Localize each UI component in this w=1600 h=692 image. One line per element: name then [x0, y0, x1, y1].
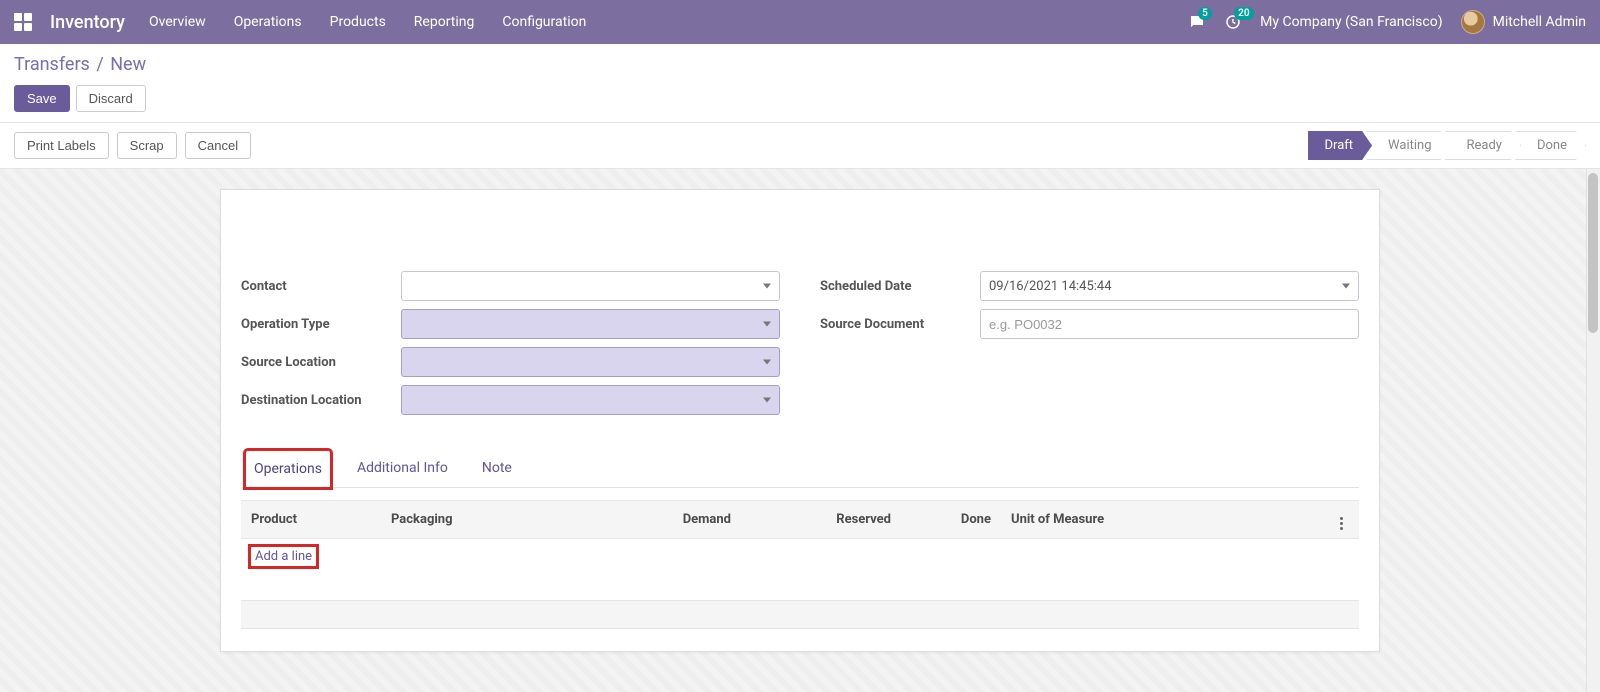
form-sheet: Contact Operation Type [220, 189, 1380, 652]
label-operation-type: Operation Type [241, 317, 401, 332]
status-waiting[interactable]: Waiting [1366, 131, 1450, 160]
breadcrumb-sep: / [96, 54, 103, 75]
operation-type-select[interactable] [401, 309, 780, 339]
th-reserved[interactable]: Reserved [741, 501, 901, 539]
scrollbar-thumb[interactable] [1588, 173, 1598, 333]
tab-additional-info[interactable]: Additional Info [349, 450, 456, 487]
top-menu: Overview Operations Products Reporting C… [149, 14, 586, 30]
destination-location-select[interactable] [401, 385, 780, 415]
chevron-down-icon [763, 360, 771, 365]
cancel-button[interactable]: Cancel [185, 132, 251, 159]
menu-products[interactable]: Products [330, 14, 386, 30]
label-contact: Contact [241, 279, 401, 294]
control-panel: Transfers / New Save Discard [0, 44, 1600, 122]
chevron-down-icon [763, 398, 771, 403]
app-brand[interactable]: Inventory [50, 12, 125, 33]
scrollbar[interactable] [1586, 169, 1600, 692]
print-labels-button[interactable]: Print Labels [14, 132, 109, 159]
messages-button[interactable]: 5 [1188, 13, 1206, 31]
chevron-down-icon [763, 284, 771, 289]
chevron-down-icon [1342, 284, 1350, 289]
status-bar: Draft Waiting Ready Done [1308, 131, 1586, 160]
th-packaging[interactable]: Packaging [381, 501, 521, 539]
label-destination-location: Destination Location [241, 393, 401, 408]
operations-table: Product Packaging Demand Reserved Done U… [241, 500, 1359, 629]
chevron-down-icon [763, 322, 771, 327]
breadcrumb-parent[interactable]: Transfers [14, 54, 90, 75]
add-line-link[interactable]: Add a line [251, 547, 316, 566]
label-scheduled-date: Scheduled Date [820, 279, 980, 294]
scrap-button[interactable]: Scrap [117, 132, 177, 159]
source-document-input[interactable] [989, 317, 1334, 332]
label-source-document: Source Document [820, 317, 980, 332]
scheduled-date-value: 09/16/2021 14:45:44 [989, 279, 1112, 294]
menu-operations[interactable]: Operations [234, 14, 302, 30]
discard-button[interactable]: Discard [76, 85, 146, 112]
th-demand[interactable]: Demand [521, 501, 741, 539]
breadcrumb: Transfers / New [14, 54, 1586, 75]
th-uom[interactable]: Unit of Measure [1001, 501, 1271, 539]
breadcrumb-current: New [110, 54, 146, 75]
source-document-wrapper [980, 309, 1359, 339]
menu-overview[interactable]: Overview [149, 14, 206, 30]
activities-button[interactable]: 20 [1224, 13, 1242, 31]
kebab-icon [1333, 517, 1349, 530]
content-area: Contact Operation Type [0, 169, 1600, 692]
company-switcher[interactable]: My Company (San Francisco) [1260, 14, 1442, 30]
apps-icon[interactable] [14, 13, 32, 31]
tab-note[interactable]: Note [474, 450, 520, 487]
messages-badge: 5 [1198, 7, 1212, 20]
status-done[interactable]: Done [1515, 131, 1586, 160]
save-button[interactable]: Save [14, 85, 70, 112]
th-product[interactable]: Product [241, 501, 381, 539]
user-name: Mitchell Admin [1493, 14, 1586, 30]
user-menu[interactable]: Mitchell Admin [1461, 10, 1586, 34]
tabs: Operations Additional Info Note [241, 450, 1359, 488]
toolbar: Print Labels Scrap Cancel Draft Waiting … [0, 122, 1600, 169]
th-options[interactable] [1323, 501, 1359, 539]
status-draft[interactable]: Draft [1308, 131, 1373, 160]
label-source-location: Source Location [241, 355, 401, 370]
top-nav: Inventory Overview Operations Products R… [0, 0, 1600, 44]
menu-configuration[interactable]: Configuration [502, 14, 586, 30]
scheduled-date-input[interactable]: 09/16/2021 14:45:44 [980, 271, 1359, 301]
activities-badge: 20 [1234, 7, 1253, 20]
th-done[interactable]: Done [901, 501, 1001, 539]
source-location-select[interactable] [401, 347, 780, 377]
contact-select[interactable] [401, 271, 780, 301]
avatar [1461, 10, 1485, 34]
tab-operations[interactable]: Operations [245, 450, 331, 488]
menu-reporting[interactable]: Reporting [414, 14, 475, 30]
status-ready[interactable]: Ready [1445, 131, 1521, 160]
